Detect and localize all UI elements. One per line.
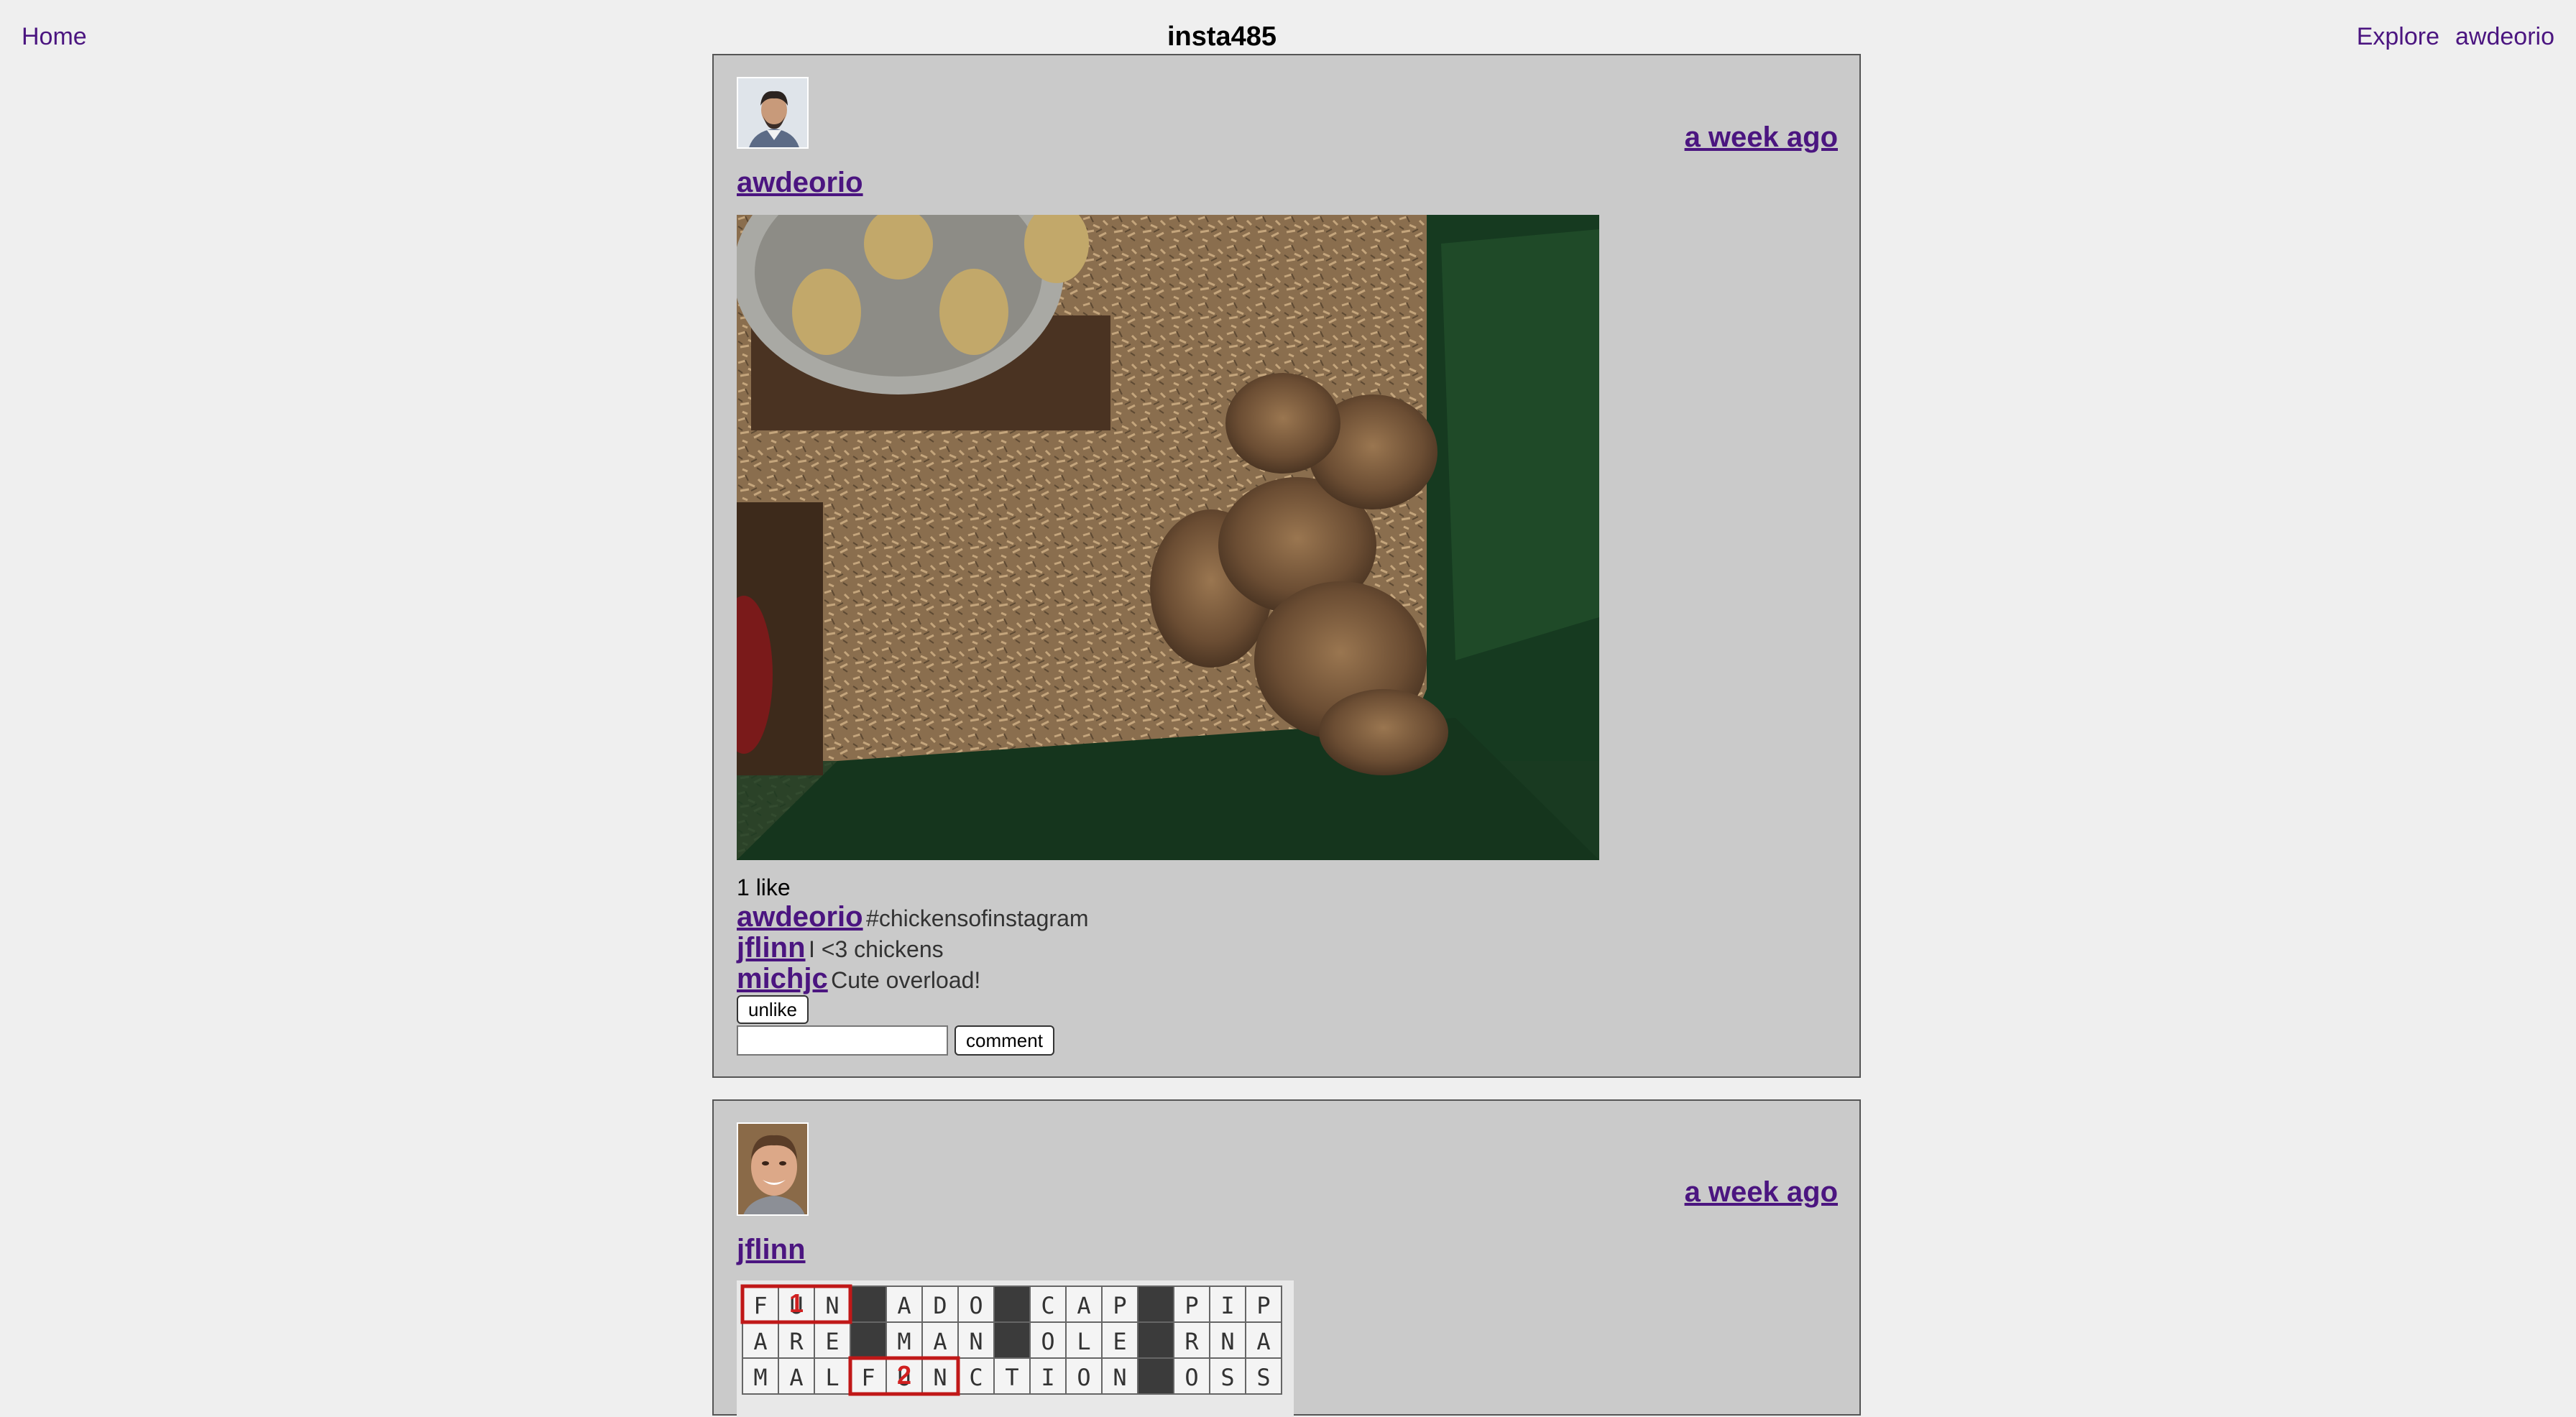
crossword-letter: A xyxy=(753,1328,767,1355)
crossword-letter: C xyxy=(969,1364,983,1391)
crossword-letter: A xyxy=(1077,1292,1090,1319)
app-title: insta485 xyxy=(1167,22,1277,52)
comment-list: awdeorio #chickensofinstagram jflinn I <… xyxy=(737,902,1089,994)
chicks-in-brooder-photo-icon xyxy=(737,215,1599,860)
explore-link[interactable]: Explore xyxy=(2357,23,2439,51)
crossword-letter: O xyxy=(1184,1364,1198,1391)
crossword-letter: O xyxy=(969,1292,983,1319)
crossword-letter: R xyxy=(789,1328,804,1355)
crossword-letter: I xyxy=(1220,1292,1234,1319)
crossword-letter: S xyxy=(1256,1364,1270,1391)
crossword-letter: P xyxy=(1256,1292,1270,1319)
post-card: a week ago awdeorio 1 like awdeorio #chi… xyxy=(712,54,1861,1078)
man-portrait-avatar-icon xyxy=(738,78,807,147)
crossword-letter: F xyxy=(753,1292,767,1319)
crossword-letter: N xyxy=(969,1328,983,1355)
post-owner-link[interactable]: jflinn xyxy=(737,1234,806,1266)
comment-owner-link[interactable]: jflinn xyxy=(737,932,806,964)
crossword-letter: L xyxy=(1077,1328,1090,1355)
post-timestamp-link[interactable]: a week ago xyxy=(1685,1176,1838,1209)
post-card: a week ago jflinn FUNADOCAPPIPAREMANOLER… xyxy=(712,1099,1861,1417)
post-image: FUNADOCAPPIPAREMANOLERNAMALFUNCTIONOSS12 xyxy=(737,1280,1294,1417)
like-count: 1 like xyxy=(737,874,791,900)
crossword-letter: A xyxy=(933,1328,947,1355)
crossword-letter: S xyxy=(1220,1364,1234,1391)
crossword-letter: L xyxy=(825,1364,839,1391)
crossword-letter: M xyxy=(897,1328,911,1355)
crossword-letter: F xyxy=(861,1364,875,1391)
comment-item: jflinn I <3 chickens xyxy=(737,933,1089,964)
owner-avatar-link[interactable] xyxy=(737,1122,809,1216)
crossword-cell xyxy=(993,1321,1031,1359)
crossword-letter: E xyxy=(1113,1328,1126,1355)
crossword-letter: P xyxy=(1184,1292,1198,1319)
comment-text: #chickensofinstagram xyxy=(866,905,1089,931)
crossword-letter: C xyxy=(1041,1292,1054,1319)
unlike-button[interactable]: unlike xyxy=(737,995,809,1024)
comment-owner-link[interactable]: awdeorio xyxy=(737,901,863,933)
crossword-mark: 2 xyxy=(897,1360,911,1390)
crossword-letter: N xyxy=(825,1292,839,1319)
crossword-letter: N xyxy=(933,1364,947,1391)
comment-text: Cute overload! xyxy=(831,967,981,993)
crossword-letter: E xyxy=(825,1328,839,1355)
crossword-cell xyxy=(1137,1321,1174,1359)
post-image xyxy=(737,215,1599,860)
comment-item: awdeorio #chickensofinstagram xyxy=(737,902,1089,933)
crossword-grid-photo-icon: F U N A D O C A P P I PA R E M A N O L E R N AM A L F U N C T I O N O S S12 xyxy=(740,1284,1282,1396)
crossword-letter: P xyxy=(1113,1292,1126,1319)
crossword-mark: 1 xyxy=(789,1288,804,1318)
current-user-link[interactable]: awdeorio xyxy=(2455,23,2554,51)
owner-avatar-link[interactable] xyxy=(737,77,809,149)
crossword-letter: T xyxy=(1005,1364,1018,1391)
crossword-letter: A xyxy=(1256,1328,1270,1355)
crossword-letter: A xyxy=(897,1292,911,1319)
crossword-letter: O xyxy=(1077,1364,1090,1391)
post-owner-link[interactable]: awdeorio xyxy=(737,167,863,199)
crossword-cell xyxy=(1137,1357,1174,1395)
comment-text: I <3 chickens xyxy=(808,936,944,962)
comment-submit-button[interactable]: comment xyxy=(954,1025,1054,1056)
comment-input[interactable] xyxy=(737,1025,948,1056)
crossword-letter: I xyxy=(1041,1364,1054,1391)
crossword-letter: N xyxy=(1220,1328,1234,1355)
crossword-cell xyxy=(993,1286,1031,1323)
crossword-letter: M xyxy=(753,1364,767,1391)
comment-owner-link[interactable]: michjc xyxy=(737,963,828,994)
crossword-letter: R xyxy=(1184,1328,1199,1355)
crossword-letter: N xyxy=(1113,1364,1126,1391)
crossword-letter: O xyxy=(1041,1328,1054,1355)
crossword-cell xyxy=(850,1286,887,1323)
crossword-cell xyxy=(1137,1286,1174,1323)
crossword-letter: D xyxy=(933,1292,947,1319)
comment-item: michjc Cute overload! xyxy=(737,964,1089,994)
smiling-man-avatar-icon xyxy=(738,1124,807,1214)
post-timestamp-link[interactable]: a week ago xyxy=(1685,121,1838,154)
crossword-cell xyxy=(850,1321,887,1359)
crossword-letter: A xyxy=(789,1364,803,1391)
